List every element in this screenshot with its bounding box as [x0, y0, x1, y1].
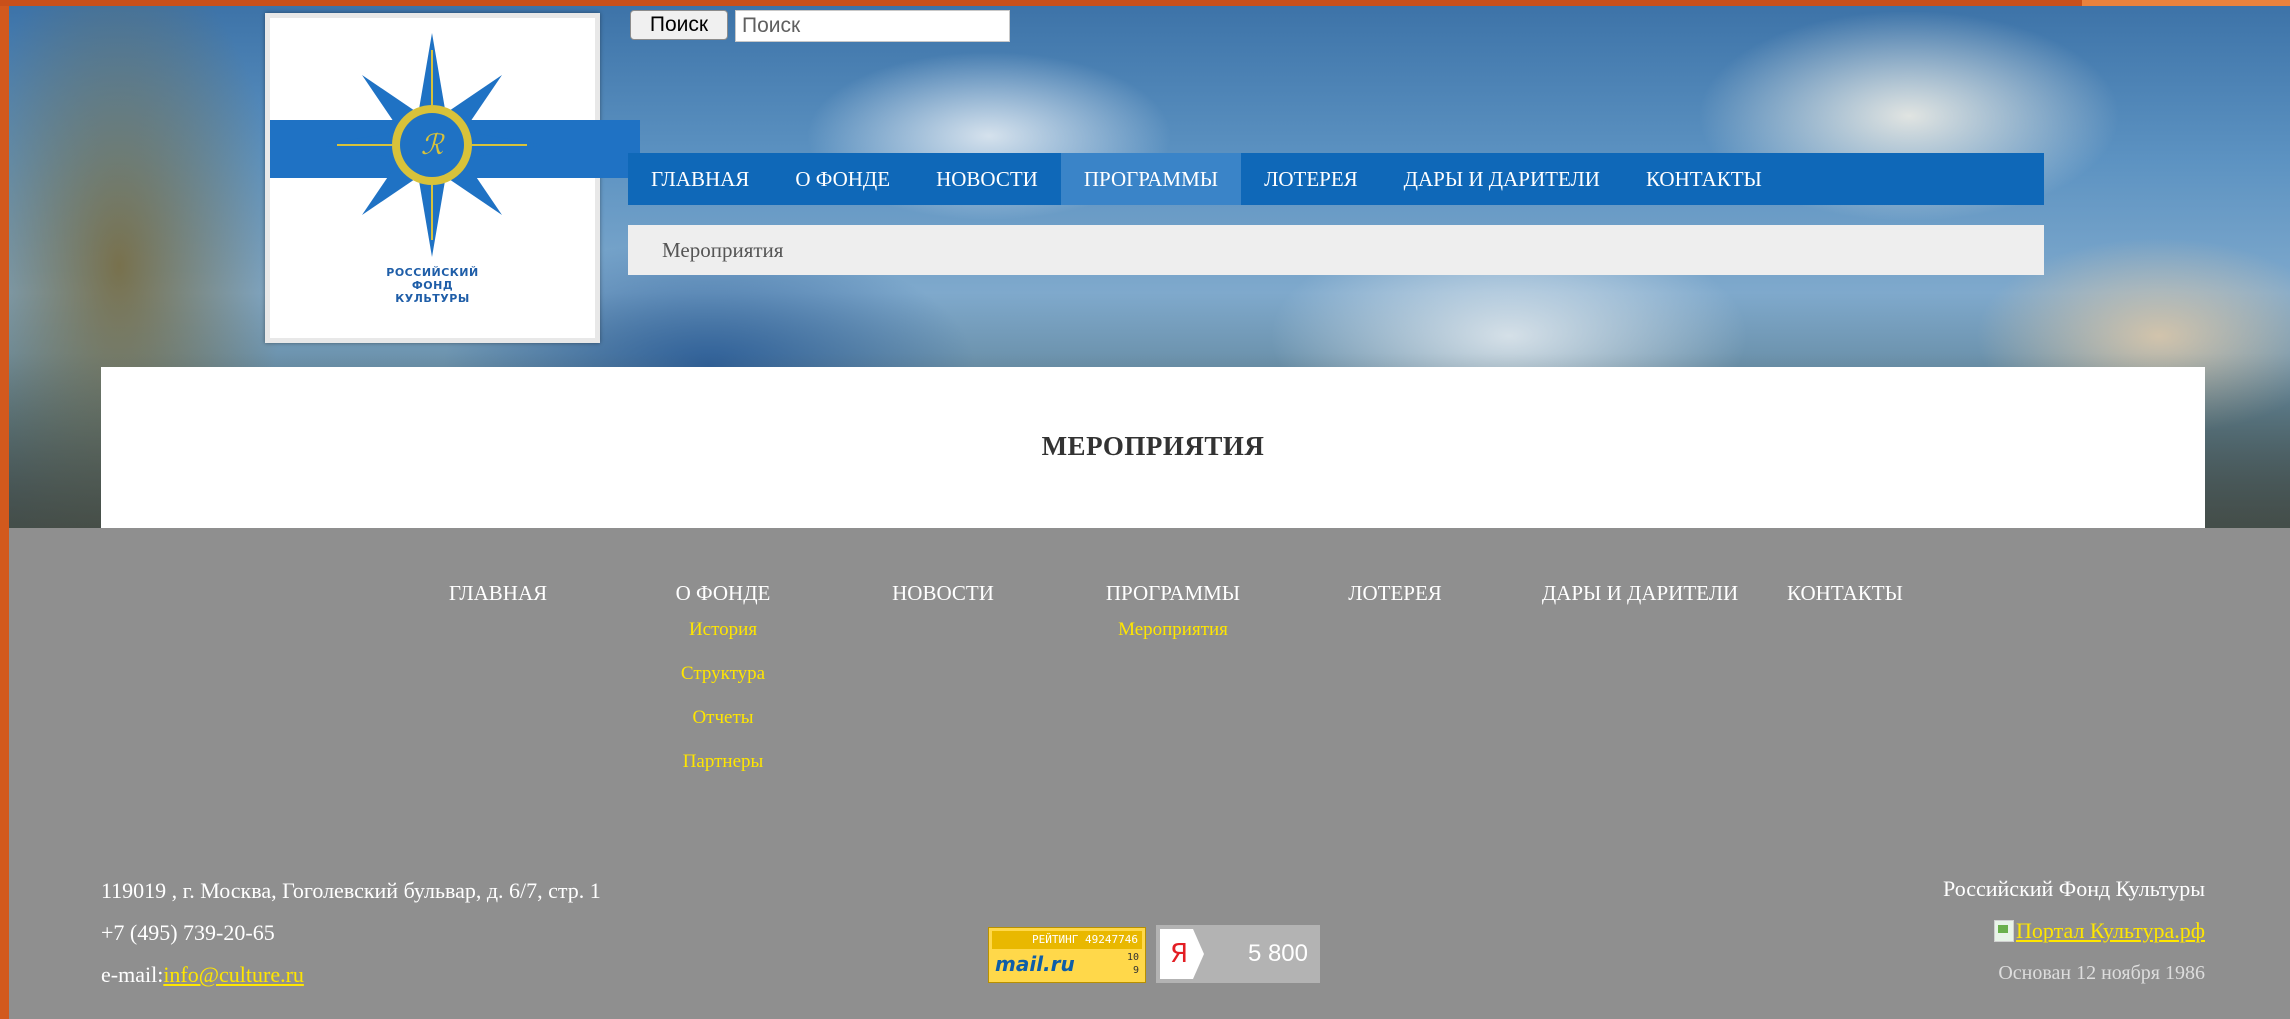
- content-card: МЕРОПРИЯТИЯ: [101, 367, 2205, 528]
- footer-sublink-structure[interactable]: Структура: [664, 652, 782, 696]
- nav-item-news[interactable]: НОВОСТИ: [913, 153, 1061, 205]
- site-logo[interactable]: ℛ РОССИЙСКИЙ ФОНД КУЛЬТУРЫ: [265, 13, 640, 343]
- nav-item-home[interactable]: ГЛАВНАЯ: [628, 153, 772, 205]
- footer-sublink-reports[interactable]: Отчеты: [664, 696, 782, 740]
- email-link[interactable]: info@culture.ru: [163, 962, 304, 987]
- footer-link-news[interactable]: НОВОСТИ: [883, 578, 1003, 608]
- mailru-counter-header: РЕЙТИНГ 49247746: [992, 931, 1142, 949]
- star-emblem-icon: ℛ: [325, 33, 540, 257]
- logo-caption-line: КУЛЬТУРЫ: [395, 292, 470, 305]
- search-input[interactable]: [735, 10, 1010, 42]
- footer-link-lottery[interactable]: ЛОТЕРЕЯ: [1337, 578, 1453, 608]
- yandex-visit-count: 5 800: [1247, 940, 1308, 967]
- mailru-counter-values: 10 9: [1127, 951, 1139, 977]
- mailru-rating-counter[interactable]: РЕЙТИНГ 49247746 mail.ru 10 9: [988, 927, 1146, 983]
- search-button[interactable]: Поиск: [630, 10, 728, 40]
- mailru-counter-value: 9: [1132, 965, 1139, 976]
- footer-col-contacts: КОНТАКТЫ: [1775, 578, 1915, 608]
- main-navigation: ГЛАВНАЯ О ФОНДЕ НОВОСТИ ПРОГРАММЫ ЛОТЕРЕ…: [628, 153, 2044, 205]
- portal-link-text: Портал Культура.рф: [2016, 918, 2205, 943]
- footer-org-info: Российский Фонд Культуры Портал Культура…: [1943, 868, 2205, 994]
- footer-sublink-partners[interactable]: Партнеры: [664, 740, 782, 784]
- portal-culture-link[interactable]: Портал Культура.рф: [1994, 910, 2205, 952]
- footer-link-programs[interactable]: ПРОГРАММЫ: [1093, 578, 1253, 608]
- footer-col-about: О ФОНДЕ История Структура Отчеты Партнер…: [664, 578, 782, 784]
- nav-item-programs[interactable]: ПРОГРАММЫ: [1060, 153, 1242, 205]
- address-text: 119019 , г. Москва, Гоголевский бульвар,…: [101, 878, 601, 903]
- phone-text: +7 (495) 739-20-65: [101, 920, 275, 945]
- footer-col-home: ГЛАВНАЯ: [443, 578, 553, 608]
- footer-col-news: НОВОСТИ: [883, 578, 1003, 608]
- mailru-logo-text: mail.ru: [995, 952, 1075, 976]
- footer-contacts: 119019 , г. Москва, Гоголевский бульвар,…: [101, 870, 601, 996]
- footer-link-contacts[interactable]: КОНТАКТЫ: [1775, 578, 1915, 608]
- nav-item-about[interactable]: О ФОНДЕ: [772, 153, 913, 205]
- mailru-counter-value: 10: [1126, 952, 1139, 963]
- logo-caption-line: РОССИЙСКИЙ: [386, 266, 479, 279]
- logo-caption: РОССИЙСКИЙ ФОНД КУЛЬТУРЫ: [270, 266, 595, 305]
- yandex-metrica-counter[interactable]: Я 5 800: [1156, 925, 1320, 983]
- footer-col-lottery: ЛОТЕРЕЯ: [1337, 578, 1453, 608]
- footer-col-gifts: ДАРЫ И ДАРИТЕЛИ: [1525, 578, 1755, 608]
- email-line: e-mail:info@culture.ru: [101, 954, 601, 996]
- footer-link-about[interactable]: О ФОНДЕ: [664, 578, 782, 608]
- breadcrumb: Мероприятия: [628, 225, 2044, 275]
- nav-item-gifts[interactable]: ДАРЫ И ДАРИТЕЛИ: [1381, 153, 1623, 205]
- nav-item-lottery[interactable]: ЛОТЕРЕЯ: [1241, 153, 1381, 205]
- footer-link-home[interactable]: ГЛАВНАЯ: [443, 578, 553, 608]
- broken-image-icon: [1994, 920, 2014, 942]
- footer-sublink-history[interactable]: История: [664, 608, 782, 652]
- footer-link-gifts[interactable]: ДАРЫ И ДАРИТЕЛИ: [1525, 578, 1755, 608]
- page-border-left: [0, 0, 9, 1019]
- org-name: Российский Фонд Культуры: [1943, 876, 2205, 901]
- footer-col-programs: ПРОГРАММЫ Мероприятия: [1093, 578, 1253, 652]
- page-title: МЕРОПРИЯТИЯ: [1041, 431, 1265, 461]
- email-label: e-mail:: [101, 962, 164, 987]
- founded-date: Основан 12 ноября 1986: [1998, 962, 2205, 984]
- yandex-logo-icon: Я: [1160, 929, 1204, 979]
- footer-sublink-events[interactable]: Мероприятия: [1093, 608, 1253, 652]
- svg-text:ℛ: ℛ: [421, 128, 445, 161]
- nav-item-contacts[interactable]: КОНТАКТЫ: [1623, 153, 1785, 205]
- logo-caption-line: ФОНД: [411, 279, 454, 292]
